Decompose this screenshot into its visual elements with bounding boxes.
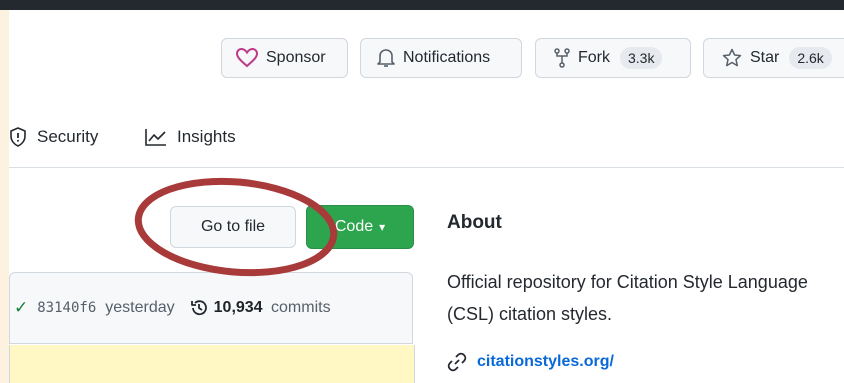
commits-label: commits xyxy=(271,299,331,316)
tab-security[interactable]: Security xyxy=(9,127,98,147)
link-icon xyxy=(447,352,467,372)
notifications-label: Notifications xyxy=(403,49,491,66)
left-edge-strip xyxy=(0,10,9,383)
nav-divider xyxy=(9,167,844,168)
notifications-button[interactable]: Notifications xyxy=(360,38,522,78)
about-heading: About xyxy=(447,212,502,233)
fork-count: 3.3k xyxy=(620,47,663,69)
fork-label: Fork xyxy=(578,49,610,66)
go-to-file-button[interactable]: Go to file xyxy=(170,206,296,248)
top-nav-bar xyxy=(0,0,844,10)
graph-icon xyxy=(145,128,167,146)
about-description: Official repository for Citation Style L… xyxy=(447,272,808,324)
website-link-label: citationstyles.org/ xyxy=(477,353,614,370)
fork-icon xyxy=(554,48,570,68)
check-icon: ✓ xyxy=(14,298,29,317)
bell-icon xyxy=(377,48,395,68)
heart-icon xyxy=(236,48,258,68)
code-button[interactable]: Code ▾ xyxy=(306,205,414,249)
history-icon xyxy=(189,298,209,318)
commit-time: yesterday xyxy=(105,299,175,316)
latest-commit-row: ✓ 83140f6 yesterday 10,934 commits xyxy=(9,272,413,344)
caret-down-icon: ▾ xyxy=(379,220,386,234)
star-count: 2.6k xyxy=(789,47,832,69)
code-label: Code xyxy=(334,218,374,235)
shield-icon xyxy=(9,127,27,147)
star-icon xyxy=(722,48,742,68)
sponsor-label: Sponsor xyxy=(266,49,326,66)
file-list-highlight xyxy=(9,345,415,383)
commit-sha[interactable]: 83140f6 xyxy=(37,300,96,316)
tab-security-label: Security xyxy=(37,127,99,146)
commit-count: 10,934 xyxy=(213,299,263,316)
star-button[interactable]: Star 2.6k xyxy=(703,38,844,78)
website-link[interactable]: citationstyles.org/ xyxy=(447,352,614,372)
tab-insights[interactable]: Insights xyxy=(145,127,236,147)
commits-link[interactable]: 10,934 commits xyxy=(214,299,331,317)
fork-button[interactable]: Fork 3.3k xyxy=(535,38,691,78)
star-label: Star xyxy=(750,49,780,66)
go-to-file-label: Go to file xyxy=(200,218,266,235)
tab-insights-label: Insights xyxy=(177,127,236,146)
sponsor-button[interactable]: Sponsor xyxy=(221,38,348,78)
